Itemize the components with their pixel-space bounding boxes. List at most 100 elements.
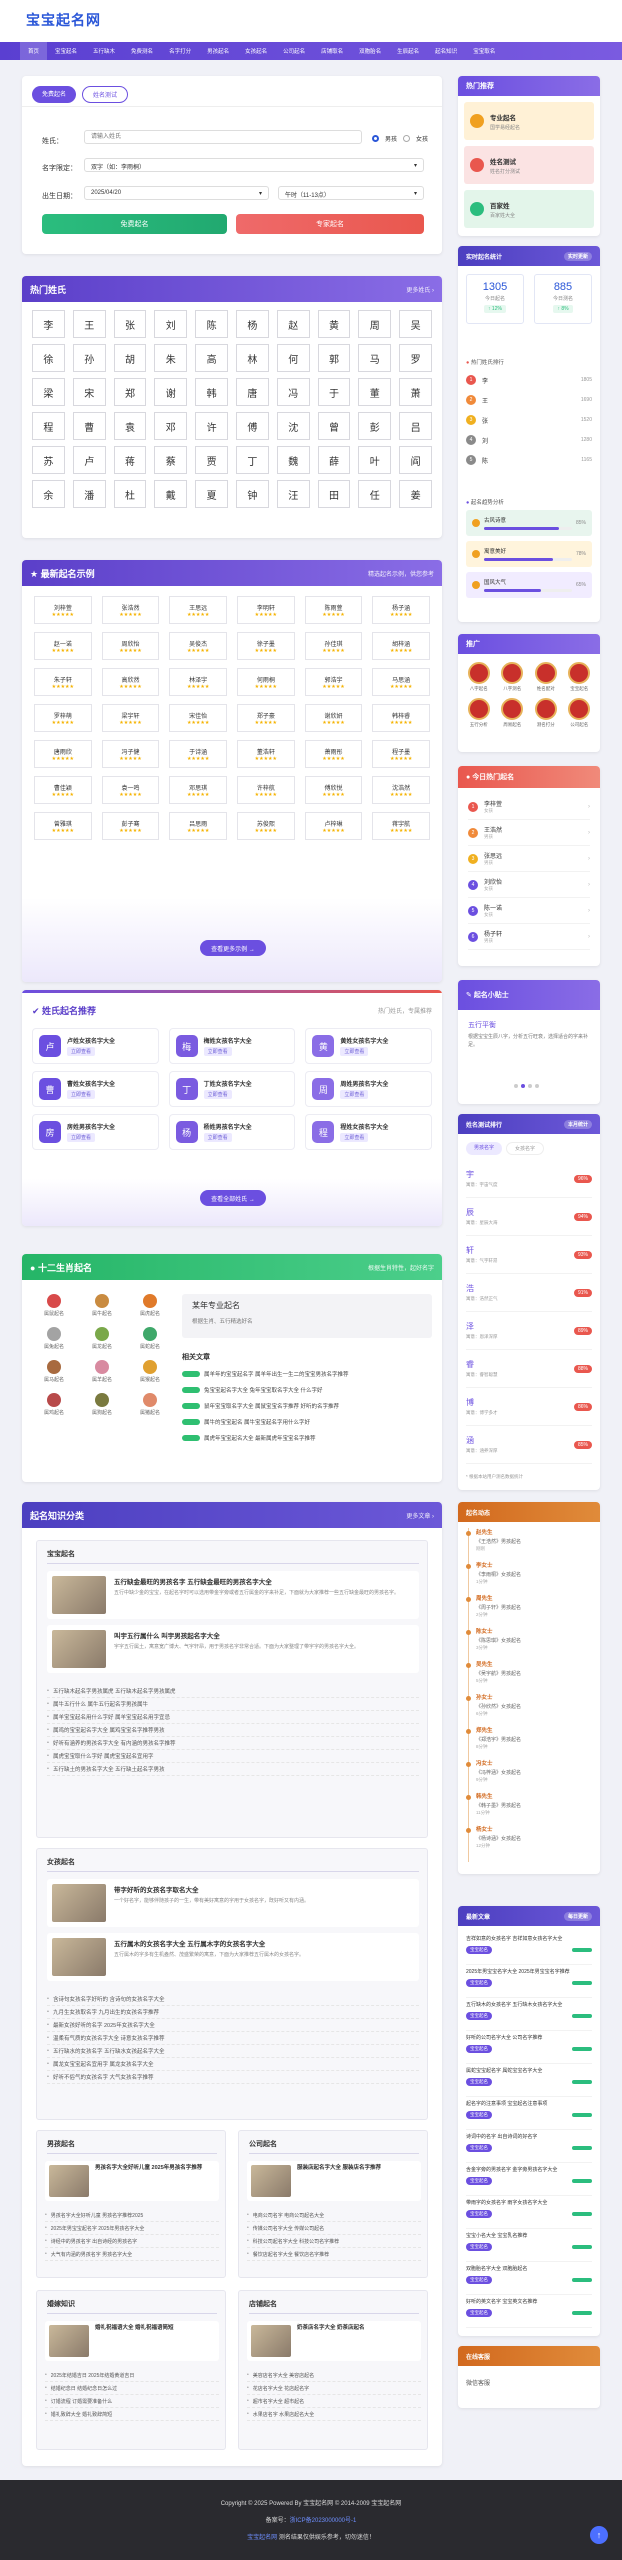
surname-more-link[interactable]: 更多姓氏 › (406, 285, 434, 294)
birth-date-input[interactable]: 2025/04/20 ▾ (84, 186, 269, 200)
zodiac-item[interactable]: 属牛起名 (80, 1294, 124, 1317)
surname-cell[interactable]: 吴 (399, 310, 432, 338)
surname-cell[interactable]: 黄 (317, 310, 351, 338)
knowledge-link[interactable]: 最新女孩好听的名字 2025年女孩名字大全 (47, 2019, 419, 2032)
rank-item[interactable]: 5 陈 1165 (466, 450, 592, 470)
zodiac-item[interactable]: 属蛇起名 (128, 1327, 172, 1350)
nav-item[interactable]: 五行缺木 (85, 42, 123, 60)
zodiac-article[interactable]: 鼠年宝宝取名字大全 属鼠宝宝名字推荐 好听的名字推荐 (182, 1398, 432, 1414)
nav-item[interactable]: 女孩起名 (237, 42, 275, 60)
knowledge-link[interactable]: 美容店名字大全 美容店起名 (247, 2369, 421, 2382)
knowledge-link[interactable]: 电商公司名字 电商公司起名大全 (247, 2209, 421, 2222)
surname-cell[interactable]: 贾 (195, 446, 228, 474)
surname-cell[interactable]: 胡 (113, 344, 147, 372)
knowledge-link[interactable]: 水果店名字 水果店起名大全 (247, 2408, 421, 2421)
nav-item[interactable]: 宝宝取名 (465, 42, 503, 60)
analysis-item[interactable]: 宇寓意：宇宙气度 96% (466, 1160, 592, 1198)
surname-cell[interactable]: 钟 (235, 480, 269, 508)
surname-cell[interactable]: 李 (32, 310, 65, 338)
surname-recommend-item[interactable]: 梅梅姓女孩名字大全 立即查看 (168, 1028, 296, 1064)
example-name-card[interactable]: 萧雨彤 ★★★★★ (304, 740, 363, 768)
analysis-tab-girl[interactable]: 女孩名字 (506, 1142, 545, 1155)
example-name-card[interactable]: 徐子墨 ★★★★★ (237, 632, 295, 660)
rank-item[interactable]: 2 王 1690 (466, 390, 592, 410)
analysis-item[interactable]: 睿寓意：睿智聪慧 88% (466, 1350, 592, 1388)
surname-cell[interactable]: 薛 (317, 446, 351, 474)
zodiac-item[interactable]: 属猪起名 (128, 1393, 172, 1416)
knowledge-link[interactable]: 婚礼致辞大全 婚礼致辞简短 (45, 2408, 219, 2421)
tab-name-test[interactable]: 姓名测试 (82, 86, 129, 103)
example-name-card[interactable]: 董浩轩 ★★★★★ (237, 740, 295, 768)
surname-cell[interactable]: 董 (358, 378, 392, 406)
surname-cell[interactable]: 徐 (32, 344, 65, 372)
knowledge-feature[interactable]: 带字好听的女孩名字取名大全 一个好名字，能够伴随孩子的一生，带有美好寓意的字用于女… (47, 1879, 419, 1927)
surname-input[interactable] (84, 130, 362, 144)
surname-cell[interactable]: 林 (235, 344, 269, 372)
example-name-card[interactable]: 卢梓琳 ★★★★★ (304, 812, 363, 840)
knowledge-link[interactable]: 结婚纪念日 结婚纪念日怎么过 (45, 2382, 219, 2395)
zodiac-article[interactable]: 属羊年的宝宝起名字 属羊年出生一生二的宝宝男孩名字推荐 (182, 1366, 432, 1382)
surname-cell[interactable]: 潘 (72, 480, 106, 508)
analysis-item[interactable]: 轩寓意：气宇轩昂 93% (466, 1236, 592, 1274)
zodiac-item[interactable]: 属马起名 (32, 1360, 76, 1383)
nav-item[interactable]: 店铺取名 (313, 42, 351, 60)
zodiac-item[interactable]: 属鼠起名 (32, 1294, 76, 1317)
knowledge-link[interactable]: 属龙女宝宝起名宜用字 属龙女孩名字大全 (47, 2058, 419, 2071)
surname-recommend-item[interactable]: 程程姓女孩名字大全 立即查看 (305, 1114, 432, 1150)
surname-cell[interactable]: 王 (72, 310, 106, 338)
today-item[interactable]: 4 刘欣怡 女孩 › (468, 872, 590, 898)
surname-cell[interactable]: 任 (358, 480, 392, 508)
analysis-item[interactable]: 泽寓意：恩泽深厚 89% (466, 1312, 592, 1350)
example-name-card[interactable]: 林泽宇 ★★★★★ (169, 668, 227, 696)
surname-cell[interactable]: 丁 (235, 446, 269, 474)
example-name-card[interactable]: 沈浩然 ★★★★★ (372, 776, 430, 804)
surname-cell[interactable]: 周 (358, 310, 392, 338)
example-name-card[interactable]: 谢欣妍 ★★★★★ (304, 704, 363, 732)
example-name-card[interactable]: 冯子健 ★★★★★ (101, 740, 160, 768)
rank-item[interactable]: 4 刘 1280 (466, 430, 592, 450)
sidebar-hot-item[interactable]: 百家姓 百家姓大全 (464, 190, 594, 228)
surname-cell[interactable]: 袁 (113, 412, 147, 440)
surname-cell[interactable]: 余 (32, 480, 65, 508)
example-name-card[interactable]: 刘梓萱 ★★★★★ (34, 596, 92, 624)
nav-item[interactable]: 公司起名 (275, 42, 313, 60)
knowledge-link[interactable]: 2025年结婚吉日 2025年结婚黄道吉日 (45, 2369, 219, 2382)
surname-recommend-item[interactable]: 丁丁姓女孩名字大全 立即查看 (168, 1071, 296, 1107)
surname-cell[interactable]: 程 (32, 412, 65, 440)
tab-free-naming[interactable]: 免费起名 (32, 86, 77, 103)
surname-cell[interactable]: 姜 (399, 480, 432, 508)
sidebar-hot-item[interactable]: 专业起名 国学易经起名 (464, 102, 594, 140)
zodiac-item[interactable]: 属鸡起名 (32, 1393, 76, 1416)
example-name-card[interactable]: 何雨桐 ★★★★★ (237, 668, 295, 696)
nav-item[interactable]: 双胞胎名 (351, 42, 389, 60)
knowledge-feature[interactable]: 五行属木的女孩名字大全 五行属木字的女孩名字大全 五行属木的字多有生机盎然、茂盛繁… (47, 1933, 419, 1981)
example-name-card[interactable]: 彭子骞 ★★★★★ (101, 812, 160, 840)
example-name-card[interactable]: 郭浩宇 ★★★★★ (304, 668, 363, 696)
surname-cell[interactable]: 张 (113, 310, 147, 338)
analysis-tab-boy[interactable]: 男孩名字 (466, 1142, 503, 1155)
example-name-card[interactable]: 吕思雨 ★★★★★ (169, 812, 227, 840)
nav-item[interactable]: 生辰起名 (389, 42, 427, 60)
example-name-card[interactable]: 蒋宇航 ★★★★★ (372, 812, 430, 840)
surname-cell[interactable]: 曹 (72, 412, 106, 440)
zodiac-item[interactable]: 属虎起名 (128, 1294, 172, 1317)
rank-item[interactable]: 1 李 1805 (466, 370, 592, 390)
example-name-card[interactable]: 胡梓涵 ★★★★★ (372, 632, 430, 660)
surname-cell[interactable]: 邓 (154, 412, 188, 440)
surname-cell[interactable]: 田 (317, 480, 351, 508)
knowledge-link[interactable]: 花店名字大全 花店起名字 (247, 2382, 421, 2395)
example-name-card[interactable]: 许梓航 ★★★★★ (237, 776, 295, 804)
knowledge-link[interactable]: 科技公司起名字大全 科技公司名字推荐 (247, 2235, 421, 2248)
example-name-card[interactable]: 傅欣悦 ★★★★★ (304, 776, 363, 804)
today-item[interactable]: 2 王浩然 男孩 › (468, 820, 590, 846)
news-item[interactable]: 含金字旁的男孩名字 金字旁男孩名字大全 宝宝起名 (466, 2163, 592, 2196)
today-item[interactable]: 3 张思远 男孩 › (468, 846, 590, 872)
surname-cell[interactable]: 魏 (276, 446, 310, 474)
analysis-item[interactable]: 浩寓意：浩然正气 91% (466, 1274, 592, 1312)
example-name-card[interactable]: 赵一诺 ★★★★★ (34, 632, 92, 660)
knowledge-link[interactable]: 超市名字大全 超市起名 (247, 2395, 421, 2408)
knowledge-feature[interactable]: 婚礼祝福语大全 婚礼祝福语简短 (45, 2321, 219, 2361)
knowledge-link[interactable]: 订婚流程 订婚需要准备什么 (45, 2395, 219, 2408)
zodiac-item[interactable]: 属龙起名 (80, 1327, 124, 1350)
knowledge-link[interactable]: 含诗句女孩名字好听的 含诗句的女孩名字大全 (47, 1993, 419, 2006)
